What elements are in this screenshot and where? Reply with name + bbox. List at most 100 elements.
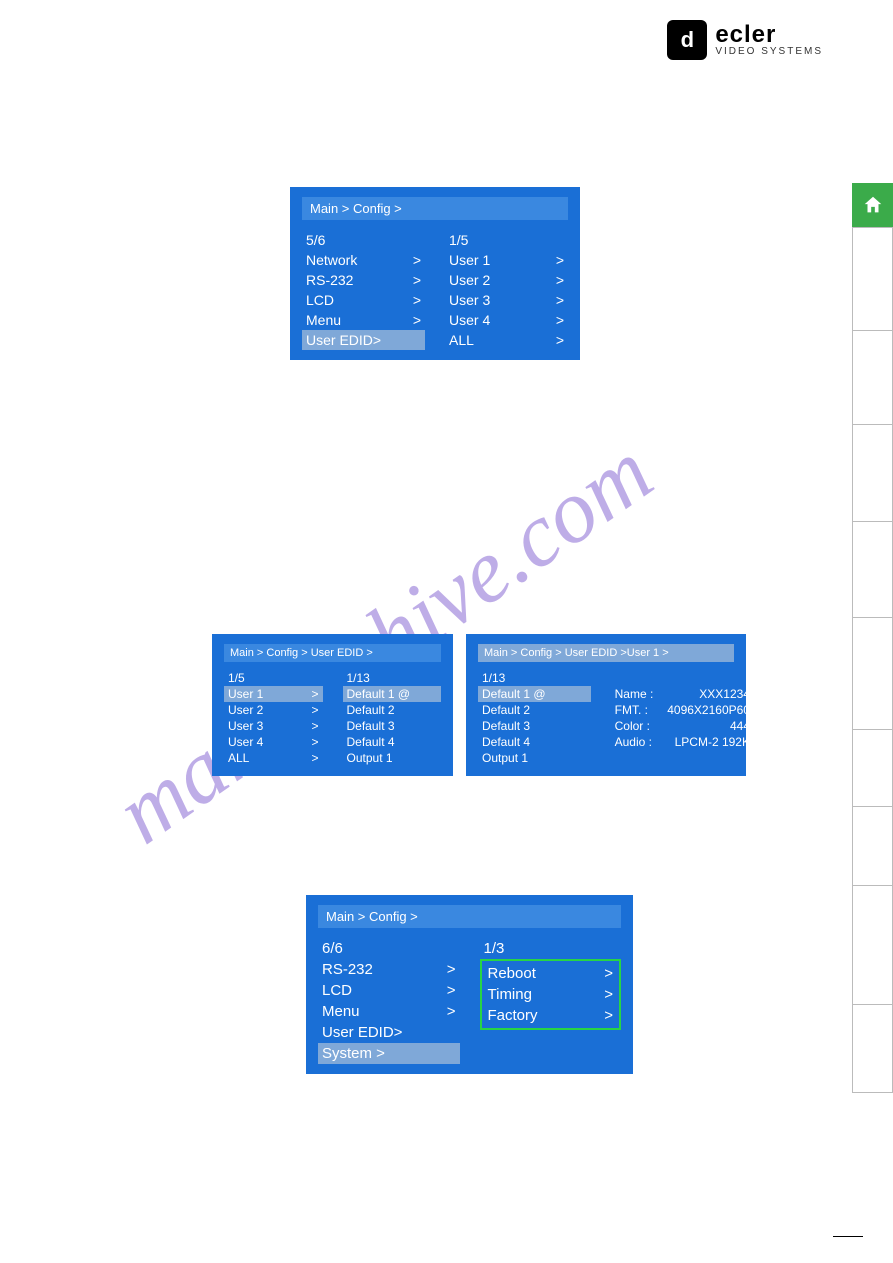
page-indicator: 1/13 xyxy=(478,670,591,686)
default-select-item[interactable]: Default 4 xyxy=(478,734,591,750)
default-select-item[interactable]: Default 3 xyxy=(343,718,442,734)
user-select-item[interactable]: User 1> xyxy=(445,250,568,270)
chevron-right-icon: > xyxy=(407,252,421,268)
default-select-label: Default 3 xyxy=(347,719,395,733)
breadcrumb: Main > Config > User EDID > xyxy=(224,644,441,662)
user-select-item[interactable]: ALL> xyxy=(445,330,568,350)
config-menu-item[interactable]: Network> xyxy=(302,250,425,270)
sidebar-item-5[interactable] xyxy=(852,618,893,730)
config-menu-item[interactable]: RS-232 > xyxy=(318,959,460,980)
sidebar-item-7[interactable] xyxy=(852,807,893,886)
default-select-label: Default 2 xyxy=(347,703,395,717)
default-select-item[interactable]: Output 1 xyxy=(478,750,591,766)
left-column: 6/6 RS-232>LCD>Menu>User EDID>System > xyxy=(318,938,460,1064)
user-select-label: User 4 xyxy=(449,312,550,328)
left-column: 5/6 Network>RS-232>LCD>Menu>User EDID> xyxy=(302,230,425,350)
detail-value: LPCM-2 192K xyxy=(675,735,750,749)
config-menu-item[interactable]: Menu> xyxy=(302,310,425,330)
default-select-label: Default 1 @ xyxy=(347,687,411,701)
chevron-right-icon: > xyxy=(447,961,456,978)
default-select-label: Default 1 @ xyxy=(482,687,546,701)
page-indicator: 1/5 xyxy=(445,230,568,250)
default-select-item[interactable]: Default 2 xyxy=(343,702,442,718)
page-indicator: 5/6 xyxy=(302,230,425,250)
config-menu-item[interactable]: User EDID> xyxy=(318,1022,460,1043)
chevron-right-icon: > xyxy=(311,735,318,749)
chevron-right-icon: > xyxy=(311,703,318,717)
default-select-item[interactable]: Default 1 @ xyxy=(478,686,591,702)
home-button[interactable] xyxy=(852,183,893,227)
detail-row: Audio : LPCM-2 192K xyxy=(611,734,754,750)
user-select-item[interactable]: User 4> xyxy=(445,310,568,330)
system-option-item[interactable]: Timing> xyxy=(484,984,618,1005)
user-select-label: User 2 xyxy=(228,703,263,717)
detail-key: FMT. : xyxy=(615,703,648,717)
detail-column: Name :XXX1234FMT. : 4096X2160P60 Color : 44… xyxy=(611,670,754,766)
user-select-label: User 1 xyxy=(449,252,550,268)
user-select-item[interactable]: User 4> xyxy=(224,734,323,750)
config-menu-label: User EDID> xyxy=(322,1024,402,1041)
detail-row: Color : 444 xyxy=(611,718,754,734)
config-menu-item[interactable]: System > xyxy=(318,1043,460,1064)
chevron-right-icon: > xyxy=(407,272,421,288)
breadcrumb: Main > Config > User EDID >User 1 > xyxy=(478,644,734,662)
system-option-item[interactable]: Factory> xyxy=(484,1005,618,1026)
default-select-item[interactable]: Default 4 xyxy=(343,734,442,750)
default-select-item[interactable]: Default 1 @ xyxy=(343,686,442,702)
sidebar-item-6[interactable] xyxy=(852,730,893,807)
config-system-panel: Main > Config > 6/6 RS-232>LCD>Menu>User… xyxy=(306,895,633,1074)
default-select-item[interactable]: Default 2 xyxy=(478,702,591,718)
detail-key: Color : xyxy=(615,719,650,733)
user-select-item[interactable]: User 3> xyxy=(224,718,323,734)
system-options-highlight: Reboot>Timing>Factory> xyxy=(480,959,622,1030)
page-indicator: 6/6 xyxy=(318,938,460,959)
sidebar-item-3[interactable] xyxy=(852,425,893,522)
logo-brand-text: ecler xyxy=(715,23,823,47)
chevron-right-icon: > xyxy=(604,986,613,1003)
default-select-label: Default 2 xyxy=(482,703,530,717)
sidebar-item-4[interactable] xyxy=(852,522,893,618)
sidebar-item-1[interactable] xyxy=(852,227,893,331)
user-select-item[interactable]: User 2> xyxy=(445,270,568,290)
config-menu-item[interactable]: LCD> xyxy=(318,980,460,1001)
chevron-right-icon: > xyxy=(447,982,456,999)
user-select-label: User 3 xyxy=(228,719,263,733)
detail-key: Name : xyxy=(615,687,654,701)
default-select-label: Default 3 xyxy=(482,719,530,733)
config-menu-item[interactable]: LCD> xyxy=(302,290,425,310)
config-user-edid-panel: Main > Config > 5/6 Network>RS-232>LCD>M… xyxy=(290,187,580,360)
footer-rule xyxy=(833,1236,863,1237)
config-menu-item[interactable]: RS-232> xyxy=(302,270,425,290)
sidebar-item-2[interactable] xyxy=(852,331,893,425)
breadcrumb: Main > Config > xyxy=(318,905,621,928)
config-menu-item[interactable]: Menu> xyxy=(318,1001,460,1022)
default-select-item[interactable]: Default 3 xyxy=(478,718,591,734)
chevron-right-icon: > xyxy=(604,965,613,982)
user-select-item[interactable]: User 3> xyxy=(445,290,568,310)
detail-row: Name :XXX1234 xyxy=(611,686,754,702)
user-edid-list-panel: Main > Config > User EDID > 1/5 User 1>U… xyxy=(212,634,453,776)
user-select-item[interactable]: User 2 > xyxy=(224,702,323,718)
right-column: 1/5 User 1>User 2>User 3>User 4>ALL> xyxy=(445,230,568,350)
default-select-item[interactable]: Output 1 xyxy=(343,750,442,766)
page-indicator: 1/3 xyxy=(480,938,622,959)
detail-key: Audio : xyxy=(615,735,652,749)
config-menu-label: RS-232 xyxy=(306,272,407,288)
detail-value: 4096X2160P60 xyxy=(667,703,750,717)
user-select-item[interactable]: ALL> xyxy=(224,750,323,766)
system-option-item[interactable]: Reboot> xyxy=(484,963,618,984)
sidebar-item-9[interactable] xyxy=(852,1005,893,1093)
chevron-right-icon: > xyxy=(550,252,564,268)
detail-value: 444 xyxy=(730,719,750,733)
chevron-right-icon: > xyxy=(550,332,564,348)
config-menu-label: RS-232 xyxy=(322,961,373,978)
default-select-label: Default 4 xyxy=(482,735,530,749)
logo-mark-icon: d xyxy=(667,20,707,60)
config-menu-item[interactable]: User EDID> xyxy=(302,330,425,350)
sidebar-item-8[interactable] xyxy=(852,886,893,1005)
side-nav xyxy=(852,183,893,1093)
detail-row: FMT. : 4096X2160P60 xyxy=(611,702,754,718)
user-edid-detail-panel: Main > Config > User EDID >User 1 > 1/13… xyxy=(466,634,746,776)
user-select-item[interactable]: User 1> xyxy=(224,686,323,702)
left-column: 1/5 User 1>User 2>User 3>User 4>ALL> xyxy=(224,670,323,766)
